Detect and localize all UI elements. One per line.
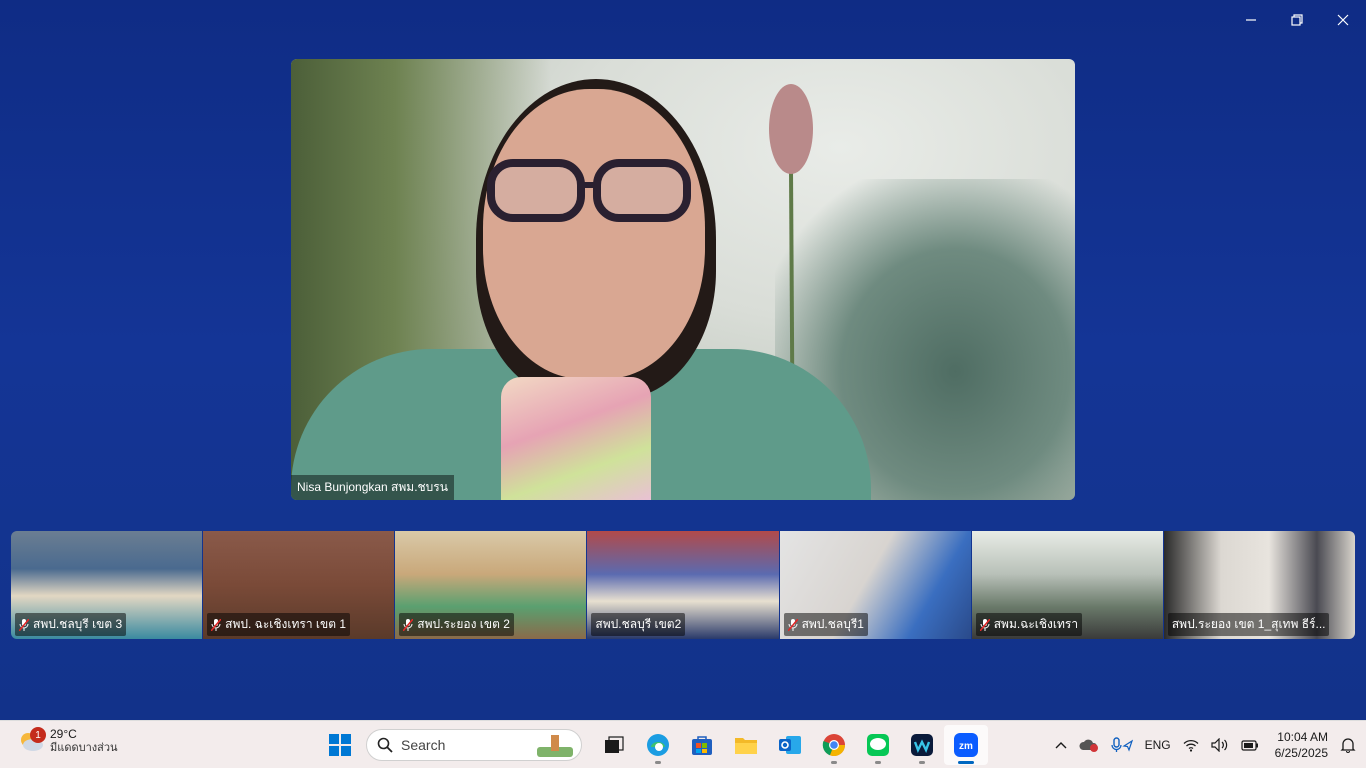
weather-temperature: 29°C [50, 727, 77, 741]
network-tray[interactable] [1177, 721, 1205, 768]
zoom-app[interactable]: zm [944, 725, 988, 765]
task-view-button[interactable] [592, 725, 636, 765]
minimize-button[interactable] [1228, 6, 1274, 34]
chrome-app[interactable] [812, 725, 856, 765]
mic-muted-icon [211, 618, 222, 631]
system-tray: ENG 10:04 AM 6/25/2025 [1049, 721, 1366, 768]
active-speaker-video[interactable]: Nisa Bunjongkan สพม.ชบรน [291, 59, 1075, 500]
minimize-icon [1246, 19, 1256, 21]
line-app[interactable] [856, 725, 900, 765]
mic-muted-icon [979, 618, 990, 631]
participant-name: สพป.ระยอง เขต 1_สุเทพ ธีร์... [1171, 617, 1326, 631]
outlook-app[interactable] [768, 725, 812, 765]
window-controls [1228, 6, 1366, 34]
restore-button[interactable] [1274, 6, 1320, 34]
microphone-icon [1110, 737, 1133, 752]
restore-icon [1291, 14, 1303, 26]
search-placeholder: Search [401, 737, 446, 753]
start-icon [329, 734, 351, 756]
participant-name: สพป.ชลบุรี เขต2 [595, 617, 682, 631]
participant-tile[interactable]: สพป.ชลบุรี เขต 3 [11, 531, 203, 639]
bell-notification-icon [1340, 738, 1356, 753]
participant-name: สพม.ฉะเชิงเทรา [993, 617, 1079, 631]
taskbar-apps: Search zm [318, 725, 988, 765]
participant-name: สพป.ชลบุรี1 [801, 617, 864, 631]
mic-location-tray[interactable] [1105, 721, 1139, 768]
battery-tray[interactable] [1235, 721, 1265, 768]
weather-condition: มีแดดบางส่วน [50, 742, 118, 754]
partly-sunny-icon: 1 [18, 727, 46, 753]
cloud-alert-icon [1079, 739, 1098, 752]
participant-tile[interactable]: สพป.ระยอง เขต 1_สุเทพ ธีร์... [1163, 531, 1355, 639]
clock[interactable]: 10:04 AM 6/25/2025 [1265, 729, 1334, 761]
participant-tile[interactable]: สพป.ระยอง เขต 2 [395, 531, 587, 639]
mic-muted-icon [787, 618, 798, 631]
participant-name: สพป.ชลบุรี เขต 3 [33, 617, 123, 631]
webex-app[interactable] [900, 725, 944, 765]
store-app[interactable] [680, 725, 724, 765]
show-hidden-icons-button[interactable] [1049, 721, 1073, 768]
notifications-button[interactable] [1334, 721, 1366, 768]
speaker-volume-icon [1211, 738, 1227, 752]
chrome-icon [822, 734, 846, 757]
edge-icon [647, 734, 669, 756]
clock-time: 10:04 AM [1277, 730, 1328, 744]
mic-muted-icon [403, 618, 414, 631]
clock-date: 6/25/2025 [1274, 746, 1328, 760]
onedrive-tray[interactable] [1073, 721, 1105, 768]
mic-muted-icon [19, 618, 29, 631]
file-explorer-icon [735, 738, 757, 754]
participant-tile[interactable]: สพป.ชลบุรี เขต2 [587, 531, 779, 639]
taskbar: 1 29°C มีแดดบางส่วน Search zm ENG 10:04 … [0, 720, 1366, 768]
participant-tile[interactable]: สพป.ชลบุรี1 [779, 531, 971, 639]
participant-strip: สพป.ชลบุรี เขต 3 สพป. ฉะเชิงเทรา เขต 1 ส… [11, 531, 1355, 639]
participant-name: สพป.ระยอง เขต 2 [417, 617, 510, 631]
notification-badge: 1 [30, 727, 46, 743]
speaker-name-label: Nisa Bunjongkan สพม.ชบรน [291, 475, 454, 500]
participant-tile[interactable]: สพม.ฉะเชิงเทรา [971, 531, 1163, 639]
store-icon [692, 736, 712, 755]
outlook-icon [779, 736, 801, 754]
edge-app[interactable] [636, 725, 680, 765]
search-icon [377, 737, 393, 753]
taskbar-search[interactable]: Search [366, 729, 582, 761]
battery-charging-icon [1241, 740, 1258, 751]
task-view-icon [605, 736, 624, 753]
language-indicator[interactable]: ENG [1139, 721, 1177, 768]
volume-tray[interactable] [1205, 721, 1235, 768]
search-highlight-icon [537, 735, 573, 757]
svg-text:zm: zm [959, 741, 973, 752]
line-icon [867, 734, 889, 756]
speaker-figure [291, 59, 1075, 500]
zoom-icon: zm [954, 733, 978, 757]
participant-tile[interactable]: สพป. ฉะเชิงเทรา เขต 1 [203, 531, 395, 639]
participant-name: สพป. ฉะเชิงเทรา เขต 1 [225, 617, 347, 631]
close-icon [1337, 14, 1349, 26]
chevron-up-icon [1055, 742, 1067, 749]
wifi-icon [1183, 739, 1199, 752]
webex-icon [911, 734, 933, 756]
weather-widget[interactable]: 1 29°C มีแดดบางส่วน [18, 727, 118, 755]
file-explorer-app[interactable] [724, 725, 768, 765]
close-button[interactable] [1320, 6, 1366, 34]
start-button[interactable] [318, 725, 362, 765]
